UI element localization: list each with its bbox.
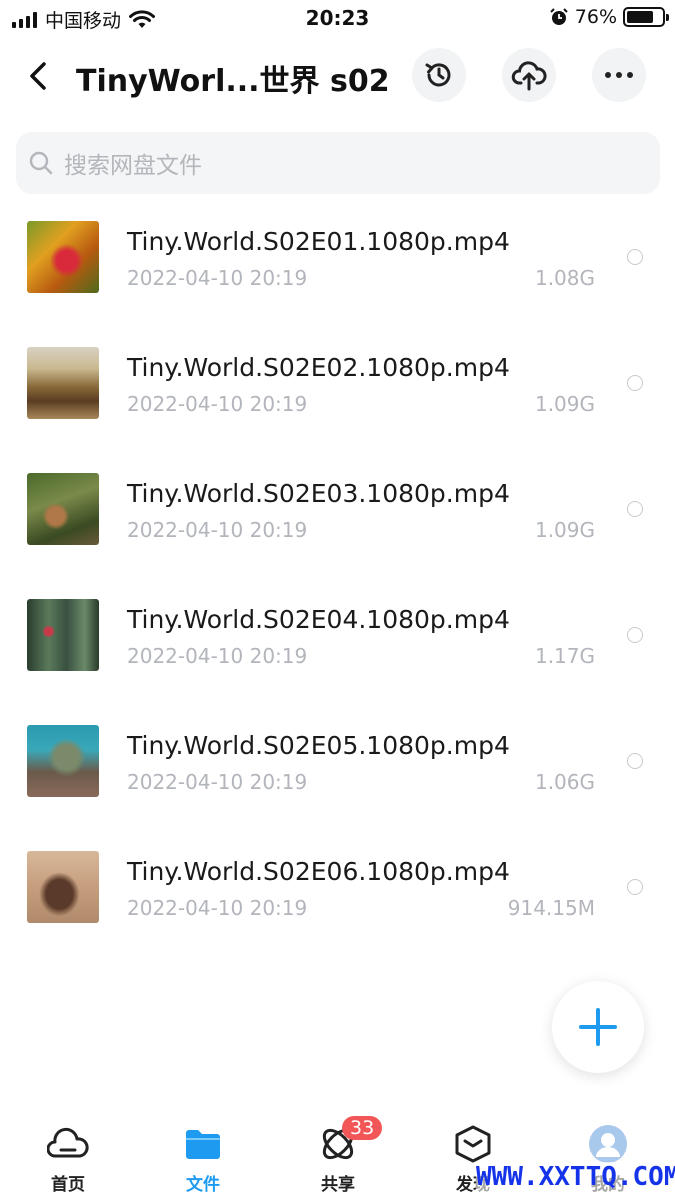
file-date: 2022-04-10 20:19	[127, 770, 308, 794]
file-name: Tiny.World.S02E05.1080p.mp4	[127, 731, 510, 760]
video-thumbnail	[27, 473, 99, 545]
file-name: Tiny.World.S02E01.1080p.mp4	[127, 227, 510, 256]
file-size: 1.06G	[534, 770, 595, 794]
back-icon	[30, 62, 46, 90]
file-date: 2022-04-10 20:19	[127, 518, 308, 542]
home-cloud-icon	[47, 1127, 89, 1158]
file-list: Tiny.World.S02E01.1080p.mp4 2022-04-10 2…	[0, 194, 675, 950]
page-title: TinyWorl...世界 s02	[76, 64, 390, 99]
select-radio[interactable]	[627, 501, 643, 517]
tab-home[interactable]: 首页	[18, 1122, 118, 1195]
search-icon	[29, 151, 53, 175]
status-bar: 中国移动 20:23 76%	[0, 0, 675, 38]
tab-share[interactable]: 33 共享	[288, 1116, 388, 1195]
file-row[interactable]: Tiny.World.S02E06.1080p.mp4 2022-04-10 2…	[0, 824, 675, 950]
select-radio[interactable]	[627, 627, 643, 643]
file-row[interactable]: Tiny.World.S02E01.1080p.mp4 2022-04-10 2…	[0, 194, 675, 320]
header: TinyWorl...世界 s02	[0, 44, 675, 108]
discover-box-icon	[455, 1125, 491, 1163]
watermark: WWW.XXTTQ.COM	[476, 1162, 675, 1192]
file-name: Tiny.World.S02E03.1080p.mp4	[127, 479, 510, 508]
select-radio[interactable]	[627, 375, 643, 391]
file-date: 2022-04-10 20:19	[127, 896, 308, 920]
history-button[interactable]	[412, 48, 466, 102]
search-placeholder: 搜索网盘文件	[64, 153, 202, 179]
video-thumbnail	[27, 725, 99, 797]
file-date: 2022-04-10 20:19	[127, 392, 308, 416]
select-radio[interactable]	[627, 249, 643, 265]
avatar-icon	[589, 1125, 627, 1163]
file-name: Tiny.World.S02E02.1080p.mp4	[127, 353, 510, 382]
file-size: 1.09G	[534, 518, 595, 542]
file-row[interactable]: Tiny.World.S02E04.1080p.mp4 2022-04-10 2…	[0, 572, 675, 698]
status-right: 76%	[549, 6, 669, 28]
history-icon	[425, 63, 451, 87]
file-date: 2022-04-10 20:19	[127, 644, 308, 668]
battery-fill	[627, 11, 653, 23]
add-button[interactable]	[552, 981, 644, 1073]
file-name: Tiny.World.S02E04.1080p.mp4	[127, 605, 510, 634]
more-button[interactable]	[592, 48, 646, 102]
battery-icon	[623, 7, 669, 27]
tab-label: 首页	[51, 1175, 85, 1195]
file-row[interactable]: Tiny.World.S02E03.1080p.mp4 2022-04-10 2…	[0, 446, 675, 572]
upload-button[interactable]	[502, 48, 556, 102]
select-radio[interactable]	[627, 879, 643, 895]
select-radio[interactable]	[627, 753, 643, 769]
plus-icon	[579, 1008, 617, 1046]
file-name: Tiny.World.S02E06.1080p.mp4	[127, 857, 510, 886]
tab-label: 文件	[186, 1175, 220, 1195]
more-icon	[605, 72, 633, 78]
alarm-icon	[550, 8, 568, 25]
file-row[interactable]: Tiny.World.S02E05.1080p.mp4 2022-04-10 2…	[0, 698, 675, 824]
video-thumbnail	[27, 599, 99, 671]
file-size: 1.09G	[534, 392, 595, 416]
cloud-upload-icon	[511, 61, 547, 91]
tab-label: 共享	[321, 1175, 355, 1195]
video-thumbnail	[27, 347, 99, 419]
file-row[interactable]: Tiny.World.S02E02.1080p.mp4 2022-04-10 2…	[0, 320, 675, 446]
share-badge: 33	[342, 1116, 383, 1140]
battery-percent: 76%	[574, 6, 617, 28]
video-thumbnail	[27, 221, 99, 293]
file-size: 1.17G	[534, 644, 595, 668]
file-size: 1.08G	[534, 266, 595, 290]
folder-icon	[186, 1130, 220, 1159]
file-date: 2022-04-10 20:19	[127, 266, 308, 290]
video-thumbnail	[27, 851, 99, 923]
back-button[interactable]	[22, 56, 58, 96]
file-size: 914.15M	[507, 896, 595, 920]
search-input[interactable]: 搜索网盘文件	[16, 132, 660, 194]
tab-files[interactable]: 文件	[153, 1122, 253, 1195]
